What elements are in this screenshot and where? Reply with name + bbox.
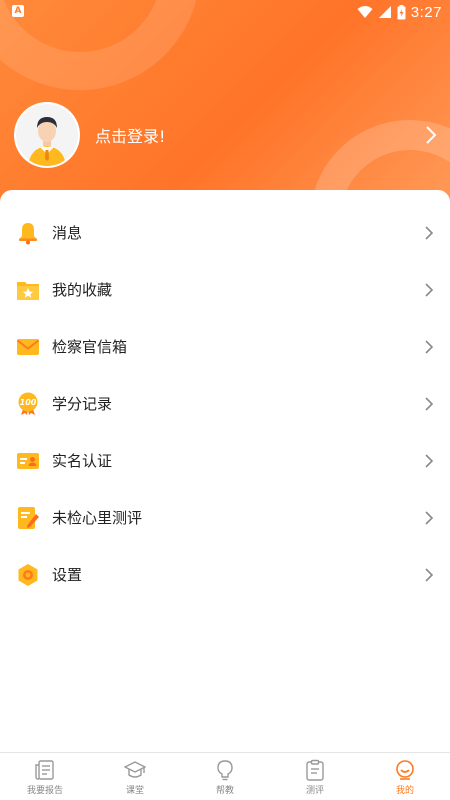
- menu-item-messages[interactable]: 消息: [0, 204, 450, 261]
- menu-item-psych-assessment[interactable]: 未检心里测评: [0, 489, 450, 546]
- id-card-icon: [17, 452, 39, 469]
- tab-mentoring[interactable]: 帮教: [180, 753, 270, 800]
- login-row[interactable]: 点击登录!: [14, 102, 438, 168]
- menu-item-credit-record[interactable]: 100 学分记录: [0, 375, 450, 432]
- menu-item-prosecutor-mailbox[interactable]: 检察官信箱: [0, 318, 450, 375]
- menu-label: 我的收藏: [52, 281, 113, 299]
- menu-label: 实名认证: [52, 452, 113, 470]
- mail-icon: [16, 338, 40, 355]
- score-100-icon: 100: [18, 392, 38, 415]
- menu-label: 检察官信箱: [52, 338, 128, 356]
- wifi-icon: [357, 6, 373, 18]
- tab-label: 课堂: [125, 786, 144, 796]
- chevron-right-icon: [425, 225, 434, 240]
- star-folder-icon: [17, 281, 39, 300]
- chevron-right-icon: [425, 396, 434, 411]
- chevron-right-icon: [426, 126, 437, 144]
- chevron-right-icon: [425, 453, 434, 468]
- menu-label: 未检心里测评: [52, 509, 143, 527]
- tab-label: 我的: [395, 786, 414, 796]
- status-bar: A 3:27: [0, 0, 450, 24]
- tab-classroom[interactable]: 课堂: [90, 753, 180, 800]
- chevron-right-icon: [425, 567, 434, 582]
- tab-report[interactable]: 我要报告: [0, 753, 90, 800]
- clock: 3:27: [410, 3, 442, 21]
- person-avatar-icon: [16, 104, 78, 166]
- graduation-cap-icon: [124, 761, 146, 778]
- lightbulb-icon: [217, 760, 233, 781]
- bottom-navigation: 我要报告 课堂 帮教 测评 我的: [0, 752, 450, 800]
- menu-item-real-name-verification[interactable]: 实名认证: [0, 432, 450, 489]
- battery-icon: [397, 4, 406, 19]
- tab-mine[interactable]: 我的: [360, 753, 450, 800]
- avatar[interactable]: [14, 102, 80, 168]
- chevron-right-icon: [425, 339, 434, 354]
- clipboard-icon: [306, 759, 324, 781]
- gear-icon: [18, 563, 38, 586]
- profile-header: A 3:27 点击登录!: [0, 0, 450, 210]
- menu-list: 消息 我的收藏 检察官信箱 100 学分记录 实名认证 未检心里测评 设置: [0, 190, 450, 603]
- menu-card: 消息 我的收藏 检察官信箱 100 学分记录 实名认证 未检心里测评 设置: [0, 190, 450, 752]
- note-edit-icon: [18, 506, 39, 529]
- tab-assessment[interactable]: 测评: [270, 753, 360, 800]
- menu-label: 设置: [52, 566, 83, 584]
- report-icon: [35, 760, 54, 780]
- smile-face-icon: [396, 760, 414, 780]
- menu-item-favorites[interactable]: 我的收藏: [0, 261, 450, 318]
- notification-badge: A: [12, 5, 24, 17]
- tab-label: 我要报告: [26, 786, 63, 796]
- tab-label: 测评: [305, 786, 324, 796]
- menu-label: 学分记录: [52, 395, 113, 413]
- signal-icon: [378, 6, 391, 18]
- tab-label: 帮教: [215, 786, 234, 796]
- svg-text:100: 100: [20, 398, 37, 407]
- login-prompt[interactable]: 点击登录!: [95, 123, 424, 147]
- bell-icon: [19, 222, 37, 244]
- menu-label: 消息: [52, 224, 83, 242]
- menu-item-settings[interactable]: 设置: [0, 546, 450, 603]
- chevron-right-icon: [425, 510, 434, 525]
- chevron-right-icon: [425, 282, 434, 297]
